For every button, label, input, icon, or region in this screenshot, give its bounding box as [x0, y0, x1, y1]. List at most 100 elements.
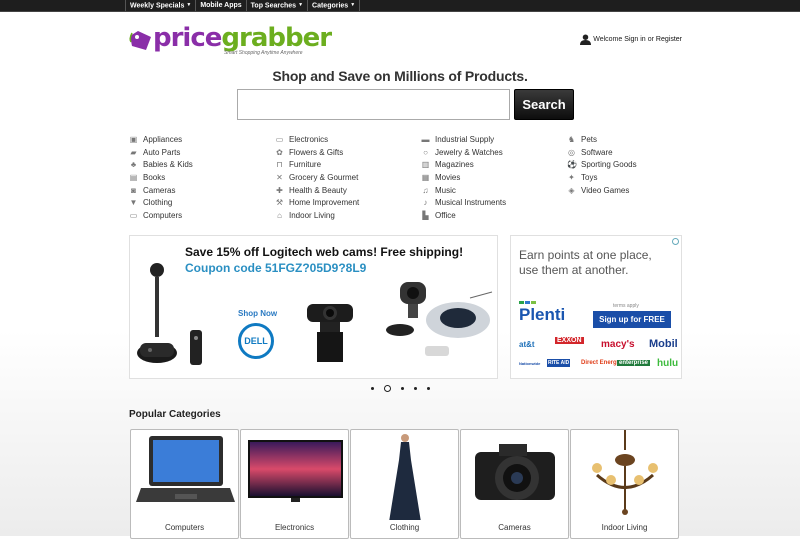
category-software[interactable]: ◎ Software: [567, 146, 637, 159]
category-label: Office: [435, 210, 456, 220]
carousel-dot[interactable]: [426, 387, 430, 390]
category-label: Jewelry & Watches: [435, 147, 503, 157]
partner-logo: Nationwide: [519, 361, 541, 366]
logo-wordmark: pricegrabber: [153, 23, 332, 53]
partner-logo: EXXON: [555, 337, 584, 344]
category-books[interactable]: ▤ Books: [129, 171, 193, 184]
carousel-dot[interactable]: [413, 387, 417, 390]
category-pets[interactable]: ♞ Pets: [567, 133, 637, 146]
tile-label: Computers: [164, 523, 205, 532]
nav-categories[interactable]: Categories ▼: [307, 0, 361, 11]
conference-camera-image: [137, 263, 202, 365]
category-magazines[interactable]: ▥ Magazines: [421, 158, 506, 171]
partner-logo: Mobil: [649, 338, 678, 350]
tile-clothing[interactable]: Clothing: [350, 429, 459, 539]
category-label: Computers: [143, 210, 183, 220]
truck-icon: ▬: [421, 134, 430, 144]
price-tag-icon: [129, 31, 151, 50]
tile-electronics[interactable]: Electronics: [240, 429, 349, 539]
category-label: Grocery & Gourmet: [289, 172, 359, 182]
flower-icon: ✿: [276, 147, 283, 157]
category-appliances[interactable]: ▣ Appliances: [129, 133, 193, 146]
tile-cameras[interactable]: Cameras: [460, 429, 569, 539]
caret-down-icon: ▼: [186, 2, 192, 8]
category-furniture[interactable]: ⊓ Furniture: [275, 158, 359, 171]
category-computers[interactable]: ▭ Computers: [129, 209, 193, 222]
carousel-dot[interactable]: [370, 387, 374, 390]
page-headline: Shop and Save on Millions of Products.: [272, 68, 528, 84]
tile-label: Indoor Living: [601, 523, 648, 532]
partner-logo: macy's: [601, 339, 635, 350]
tv-image: [248, 440, 343, 502]
top-nav-bar: Weekly Specials ▼ Mobile Apps Top Searche…: [0, 0, 800, 12]
sign-up-button[interactable]: Sign up for FREE: [593, 311, 671, 328]
category-label: Furniture: [289, 160, 322, 170]
category-label: Electronics: [289, 134, 329, 144]
category-toys[interactable]: ✦ Toys: [567, 171, 637, 184]
category-sporting-goods[interactable]: ⚽ Sporting Goods: [567, 158, 637, 171]
monitor-icon: ▭: [275, 134, 284, 144]
camera-icon: ◙: [131, 185, 136, 195]
carousel-dot-active[interactable]: [383, 385, 391, 392]
search-input[interactable]: [237, 89, 510, 120]
tile-indoor-living[interactable]: Indoor Living: [570, 429, 679, 539]
sign-in-link[interactable]: Sign in: [624, 36, 645, 43]
category-electronics[interactable]: ▭ Electronics: [275, 133, 359, 146]
category-column: ▣ Appliances ▰ Auto Parts ♣ Babies & Kids ▤…: [129, 133, 193, 222]
promo-banner[interactable]: Save 15% off Logitech web cams! Free shi…: [129, 235, 498, 379]
ad-choices-icon[interactable]: [672, 238, 679, 245]
partner-logo: RITE AID: [547, 359, 571, 367]
shop-now-link[interactable]: Shop Now: [238, 309, 277, 318]
nav-label: Weekly Specials: [130, 2, 185, 10]
search-button[interactable]: Search: [514, 89, 574, 120]
category-label: Movies: [435, 172, 461, 182]
category-label: Indoor Living: [289, 210, 335, 220]
category-musical-instruments[interactable]: ♪ Musical Instruments: [421, 196, 507, 209]
plenti-ad[interactable]: Earn points at one place, use them at an…: [510, 235, 682, 379]
nav-mobile-apps[interactable]: Mobile Apps: [195, 0, 245, 11]
nav-weekly-specials[interactable]: Weekly Specials ▼: [125, 0, 195, 11]
category-home-improvement[interactable]: ⚒ Home Improvement: [275, 196, 359, 209]
user-icon: [580, 34, 592, 45]
tile-computers[interactable]: Computers: [130, 429, 239, 539]
category-flowers-gifts[interactable]: ✿ Flowers & Gifts: [275, 146, 359, 159]
caret-down-icon: ▼: [350, 2, 356, 8]
office-icon: ▙: [422, 210, 429, 220]
category-indoor-living[interactable]: ⌂ Indoor Living: [275, 209, 359, 222]
category-label: Music: [435, 185, 456, 195]
pricegrabber-logo[interactable]: pricegrabber Smart Shopping Anytime Anyw…: [128, 23, 332, 58]
category-babies-kids[interactable]: ♣ Babies & Kids: [129, 158, 193, 171]
welcome-text: Welcome: [593, 36, 623, 43]
category-cameras[interactable]: ◙ Cameras: [129, 184, 193, 197]
category-health-beauty[interactable]: ✚ Health & Beauty: [275, 184, 359, 197]
category-label: Magazines: [435, 160, 474, 170]
category-column: ♞ Pets ◎ Software ⚽ Sporting Goods ✦ Toys ◈ V…: [567, 133, 637, 196]
category-grocery-gourmet[interactable]: ✕ Grocery & Gourmet: [275, 171, 359, 184]
register-link[interactable]: Register: [656, 36, 682, 43]
category-label: Appliances: [143, 134, 183, 144]
category-industrial-supply[interactable]: ▬ Industrial Supply: [421, 133, 506, 146]
category-office[interactable]: ▙ Office: [421, 209, 506, 222]
partner-logo: enterprise: [617, 360, 651, 366]
category-jewelry-watches[interactable]: ○ Jewelry & Watches: [421, 146, 506, 159]
utensils-icon: ✕: [276, 172, 283, 182]
nav-label: Top Searches: [250, 2, 297, 10]
category-auto-parts[interactable]: ▰ Auto Parts: [129, 146, 193, 159]
category-music[interactable]: ♫ Music: [421, 184, 506, 197]
carousel-dot[interactable]: [400, 387, 404, 390]
book-icon: ▤: [129, 172, 138, 182]
category-movies[interactable]: ▦ Movies: [421, 171, 506, 184]
computer-icon: ▭: [129, 210, 138, 220]
film-icon: ▦: [421, 172, 430, 182]
toy-icon: ✦: [568, 172, 575, 182]
plenti-logo: Plenti: [519, 305, 566, 324]
health-icon: ✚: [276, 185, 283, 195]
category-video-games[interactable]: ◈ Video Games: [567, 184, 637, 197]
category-label: Cameras: [143, 185, 176, 195]
category-label: Clothing: [143, 198, 173, 208]
nav-top-searches[interactable]: Top Searches ▼: [245, 0, 307, 11]
category-clothing[interactable]: ▼ Clothing: [129, 196, 193, 209]
account-links: Welcome Sign in or Register: [580, 34, 682, 45]
ball-icon: ⚽: [567, 160, 577, 170]
stroller-icon: ♣: [130, 160, 137, 170]
